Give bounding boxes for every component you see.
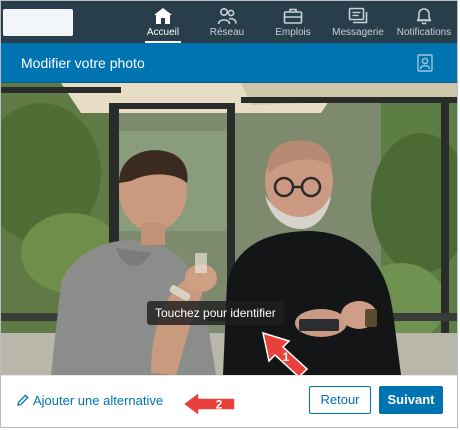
modal-footer: Ajouter une alternative 2 Retour Suivant [1, 375, 457, 427]
nav-label-messaging: Messagerie [332, 27, 384, 38]
tag-tooltip: Touchez pour identifier [147, 301, 284, 325]
callout-number-1: 1 [283, 350, 290, 364]
people-icon [217, 7, 237, 25]
chat-icon [348, 7, 368, 24]
pencil-icon [17, 394, 29, 406]
top-navigation-bar: Accueil Réseau Emplois Messagerie Notifi… [1, 1, 457, 43]
photo-editor-window: Accueil Réseau Emplois Messagerie Notifi… [0, 0, 458, 428]
next-button[interactable]: Suivant [379, 386, 443, 414]
callout-number-2: 2 [216, 398, 223, 412]
search-box[interactable] [3, 9, 73, 36]
nav-item-jobs[interactable]: Emplois [269, 1, 317, 43]
nav-item-messaging[interactable]: Messagerie [329, 1, 387, 43]
nav-label-notifications: Notifications [396, 27, 452, 38]
nav-label-network: Réseau [209, 27, 245, 38]
bell-icon [416, 8, 432, 25]
briefcase-icon [283, 8, 303, 24]
modal-title: Modifier votre photo [21, 55, 145, 71]
nav-item-network[interactable]: Réseau [201, 1, 253, 43]
add-alternative-label: Ajouter une alternative [33, 393, 164, 408]
nav-item-notifications[interactable]: Notifications [393, 1, 455, 43]
add-alternative-link[interactable]: Ajouter une alternative [17, 393, 163, 408]
home-icon [154, 8, 172, 24]
callout-arrow-2: 2 [181, 390, 236, 418]
back-button[interactable]: Retour [309, 386, 371, 414]
callout-arrow-1: 1 [261, 331, 309, 375]
nav-label-jobs: Emplois [275, 27, 311, 38]
nav-item-home[interactable]: Accueil [139, 1, 187, 43]
photo-canvas[interactable]: Touchez pour identifier 1 [1, 83, 457, 375]
tag-person-icon[interactable] [417, 54, 433, 72]
nav-label-home: Accueil [146, 27, 180, 38]
modal-header: Modifier votre photo [1, 43, 457, 83]
photo-image [1, 83, 457, 375]
